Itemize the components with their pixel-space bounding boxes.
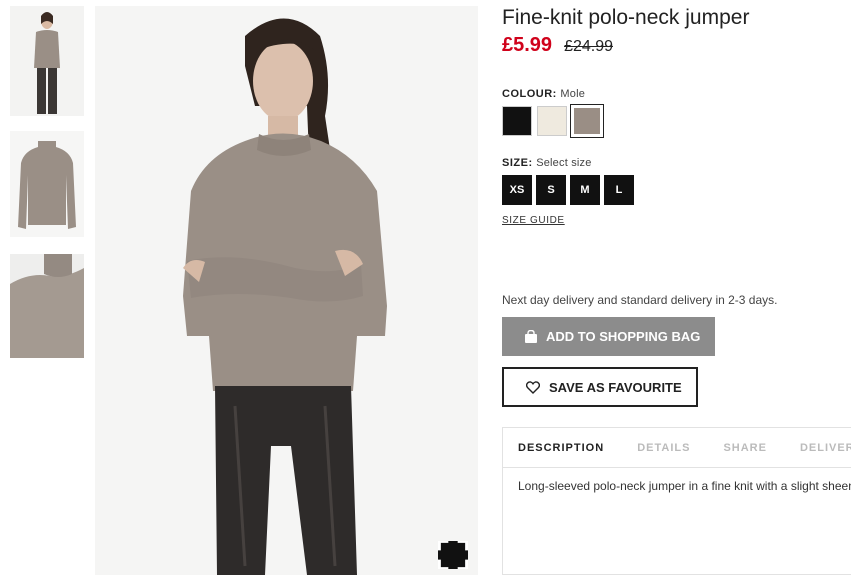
- model-thumbnail-image: [10, 6, 84, 116]
- thumbnail-model[interactable]: [10, 6, 84, 116]
- size-xs-button[interactable]: XS: [502, 175, 532, 205]
- colour-label-row: COLOUR: Mole: [502, 88, 585, 100]
- save-favourite-button[interactable]: SAVE AS FAVOURITE: [502, 367, 698, 407]
- size-l-button[interactable]: L: [604, 175, 634, 205]
- swatch-cream[interactable]: [537, 106, 567, 136]
- selected-colour: Mole: [560, 88, 586, 100]
- tab-delivery[interactable]: DELIVERY: [800, 442, 851, 454]
- product-info-panel: Fine-knit polo-neck jumper £5.99 £24.99 …: [502, 0, 851, 575]
- expand-icon: [438, 541, 468, 569]
- tab-share[interactable]: SHARE: [723, 442, 767, 454]
- selected-size: Select size: [536, 157, 592, 169]
- model-photo: [95, 6, 478, 575]
- add-to-bag-label: ADD TO SHOPPING BAG: [546, 329, 701, 344]
- tab-bar: DESCRIPTION DETAILS SHARE DELIVERY: [503, 428, 851, 468]
- original-price: £24.99: [564, 38, 613, 55]
- size-options: XS S M L: [502, 175, 634, 205]
- thumbnail-detail[interactable]: [10, 254, 84, 358]
- tab-description[interactable]: DESCRIPTION: [518, 442, 604, 454]
- save-favourite-label: SAVE AS FAVOURITE: [549, 379, 682, 395]
- colour-swatches: [502, 104, 604, 138]
- heart-icon: [526, 380, 540, 394]
- size-label: SIZE:: [502, 157, 533, 169]
- add-to-bag-button[interactable]: ADD TO SHOPPING BAG: [502, 317, 715, 356]
- fullscreen-button[interactable]: [438, 541, 468, 569]
- delivery-info: Next day delivery and standard delivery …: [502, 293, 778, 307]
- size-s-button[interactable]: S: [536, 175, 566, 205]
- colour-label: COLOUR:: [502, 88, 557, 100]
- shopping-bag-icon: [525, 330, 537, 343]
- product-tabs-panel: DESCRIPTION DETAILS SHARE DELIVERY Long-…: [502, 427, 851, 575]
- swatch-black[interactable]: [502, 106, 532, 136]
- tab-details[interactable]: DETAILS: [637, 442, 690, 454]
- product-title: Fine-knit polo-neck jumper: [502, 6, 750, 29]
- size-m-button[interactable]: M: [570, 175, 600, 205]
- flat-thumbnail-image: [10, 131, 84, 237]
- detail-thumbnail-image: [10, 254, 84, 358]
- price-row: £5.99 £24.99: [502, 34, 613, 57]
- size-guide-link[interactable]: SIZE GUIDE: [502, 215, 565, 226]
- main-product-image[interactable]: [95, 6, 478, 575]
- size-label-row: SIZE: Select size: [502, 157, 592, 169]
- swatch-mole[interactable]: [570, 104, 604, 138]
- description-text: Long-sleeved polo-neck jumper in a fine …: [518, 479, 851, 493]
- thumbnail-flat[interactable]: [10, 131, 84, 237]
- sale-price: £5.99: [502, 34, 553, 56]
